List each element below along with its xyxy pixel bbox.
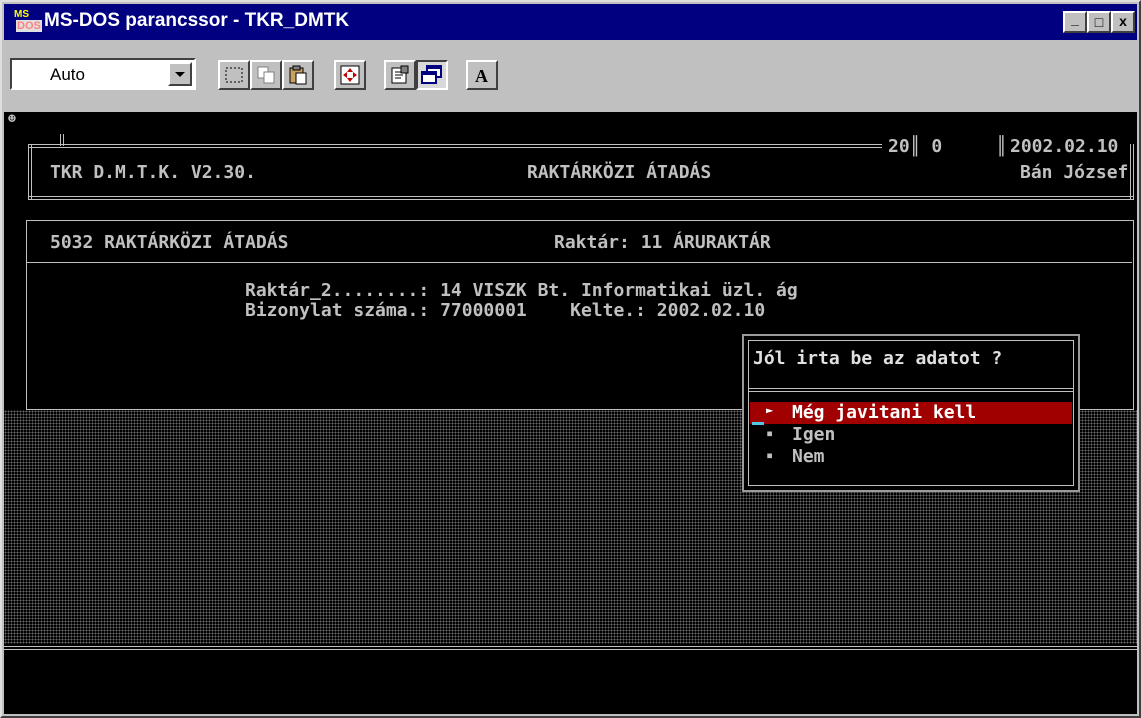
paste-icon — [289, 65, 307, 85]
title-bar[interactable]: MS DOS MS-DOS parancssor - TKR_DMTK _ □ … — [4, 4, 1137, 40]
header-frame-mark — [60, 134, 64, 146]
mark-button[interactable] — [218, 60, 250, 90]
user-name: Bán József — [1020, 162, 1129, 183]
msdos-app-icon[interactable]: MS DOS — [14, 9, 42, 35]
play-icon: ► — [766, 403, 774, 417]
header-frame-top — [28, 144, 882, 148]
window-title: MS-DOS parancssor - TKR_DMTK — [44, 10, 350, 31]
header-frame-bottom — [28, 196, 1134, 200]
header-date-separator: ║ — [996, 136, 1007, 157]
header-date: 2002.02.10 — [1010, 136, 1119, 157]
status-line-top — [4, 646, 1137, 650]
copy-icon — [257, 66, 275, 84]
full-screen-button[interactable] — [334, 60, 366, 90]
chevron-down-icon[interactable] — [168, 62, 192, 86]
document-number-field: Bizonylat száma.: 77000001 Kelte.: 2002.… — [245, 300, 766, 321]
properties-icon — [391, 65, 409, 84]
font-size-value: Auto — [50, 65, 85, 84]
program-name: TKR D.M.T.K. V2.30. — [50, 162, 256, 183]
font-icon: A — [475, 66, 488, 85]
mark-icon — [225, 67, 243, 83]
option-yes[interactable]: ▪ Igen — [750, 424, 1072, 446]
svg-text:A: A — [475, 66, 488, 85]
option-no-label: Nem — [792, 446, 825, 467]
panel-title: 5032 RAKTÁRKÖZI ÁTADÁS — [50, 232, 289, 253]
minimize-icon: _ — [1071, 11, 1079, 27]
option-no[interactable]: ▪ Nem — [750, 446, 1072, 468]
option-yes-label: Igen — [792, 424, 836, 445]
console-area[interactable]: ☻ 20║ 0 ║ 2002.02.10 TKR D.M.T.K. V2.30.… — [4, 112, 1137, 714]
app-icon-dos: DOS — [16, 20, 42, 32]
font-size-select[interactable]: Auto — [10, 58, 196, 90]
close-icon: x — [1119, 13, 1127, 29]
dialog-divider — [749, 388, 1073, 392]
bullet-icon: ▪ — [766, 426, 774, 440]
screen-title: RAKTÁRKÖZI ÁTADÁS — [527, 162, 712, 183]
background-icon — [421, 65, 442, 84]
cursor-glyph: ☻ — [8, 112, 16, 127]
font-button[interactable]: A — [466, 60, 498, 90]
toolbar: Auto A — [4, 42, 1137, 110]
target-warehouse-field: Raktár_2........: 14 VISZK Bt. Informati… — [245, 280, 798, 301]
copy-button[interactable] — [250, 60, 282, 90]
confirm-dialog: Jól irta be az adatot ? ► Még javitani k… — [742, 334, 1080, 492]
header-frame-left — [28, 144, 32, 200]
full-screen-icon — [340, 65, 360, 85]
header-frame-right — [1130, 144, 1134, 200]
panel-divider — [27, 262, 1132, 263]
app-icon-ms: MS — [14, 9, 29, 20]
option-still-fix-label: Még javitani kell — [792, 402, 977, 423]
background-button[interactable] — [416, 60, 448, 90]
header-counters: 20║ 0 — [888, 136, 943, 157]
paste-button[interactable] — [282, 60, 314, 90]
close-button[interactable]: x — [1111, 11, 1135, 33]
maximize-button[interactable]: □ — [1087, 11, 1111, 33]
option-still-fix[interactable]: ► Még javitani kell — [750, 402, 1072, 424]
msdos-window: MS DOS MS-DOS parancssor - TKR_DMTK _ □ … — [0, 0, 1141, 718]
dialog-question: Jól irta be az adatot ? — [753, 348, 1003, 369]
minimize-button[interactable]: _ — [1063, 11, 1087, 33]
maximize-icon: □ — [1094, 14, 1104, 30]
panel-warehouse: Raktár: 11 ÁRURAKTÁR — [554, 232, 771, 253]
properties-button[interactable] — [384, 60, 416, 90]
bullet-icon: ▪ — [766, 448, 774, 462]
